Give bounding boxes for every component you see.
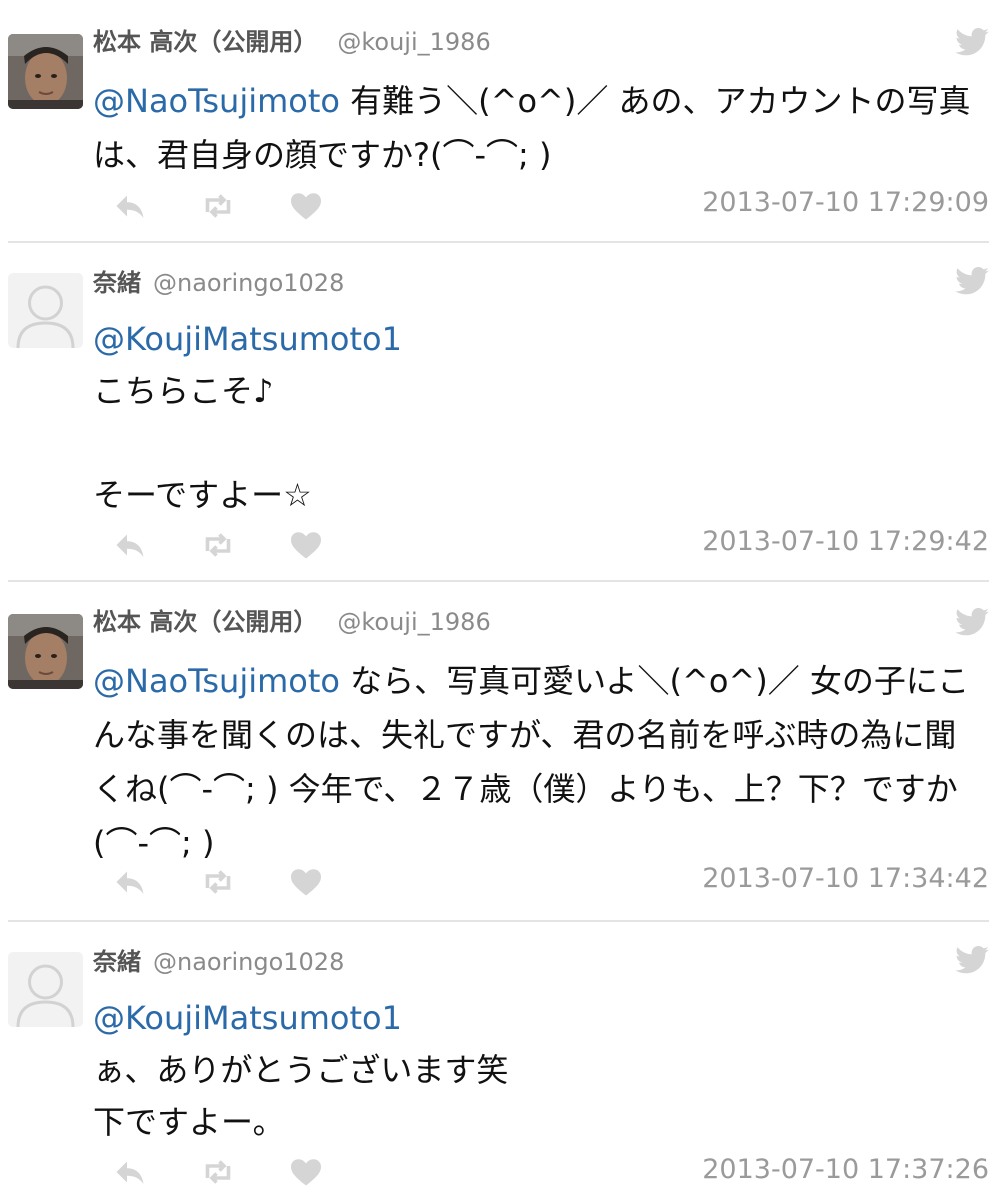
screen-name[interactable]: @kouji_1986 <box>337 608 490 636</box>
avatar[interactable] <box>8 34 83 109</box>
tweet-text: @NaoTsujimoto なら、写真可愛いよ＼(^o^)／ 女の子にこんな事を… <box>93 654 983 870</box>
reply-icon[interactable] <box>112 188 148 224</box>
retweet-icon[interactable] <box>200 864 236 900</box>
heart-icon[interactable] <box>288 864 324 900</box>
tweet-feed: 松本 高次（公開用） @kouji_1986 @NaoTsujimoto 有難う＼… <box>0 0 997 1200</box>
tweet-timestamp[interactable]: 2013-07-10 17:29:09 <box>702 187 989 218</box>
avatar[interactable] <box>8 614 83 689</box>
mention-link[interactable]: @KoujiMatsumoto1 <box>93 320 402 358</box>
retweet-icon[interactable] <box>200 527 236 563</box>
reply-icon[interactable] <box>112 527 148 563</box>
heart-icon[interactable] <box>288 527 324 563</box>
reply-icon[interactable] <box>112 864 148 900</box>
tweet-timestamp[interactable]: 2013-07-10 17:29:42 <box>702 526 989 557</box>
retweet-icon[interactable] <box>200 1154 236 1190</box>
screen-name[interactable]: @naoringo1028 <box>153 948 344 976</box>
tweet-card: 松本 高次（公開用） @kouji_1986 @NaoTsujimoto なら、写… <box>0 582 997 920</box>
tweet-timestamp[interactable]: 2013-07-10 17:37:26 <box>702 1154 989 1185</box>
screen-name[interactable]: @kouji_1986 <box>337 28 490 56</box>
tweet-text: @KoujiMatsumoto1 ぁ、ありがとうございます笑 下ですよー。 <box>93 992 983 1148</box>
tweet-header: 松本 高次（公開用） @kouji_1986 <box>93 26 491 58</box>
tweet-text-content: ぁ、ありがとうございます笑 下ですよー。 <box>93 1051 509 1141</box>
tweet-text: @KoujiMatsumoto1 こちらこそ♪ そーですよー☆ <box>93 313 983 521</box>
tweet-card: 奈緒 @naoringo1028 @KoujiMatsumoto1 こちらこそ♪ … <box>0 243 997 581</box>
twitter-bird-icon <box>955 946 989 974</box>
avatar[interactable] <box>8 952 83 1027</box>
tweet-text-content: こちらこそ♪ そーですよー☆ <box>93 372 312 514</box>
tweet-header: 奈緒 @naoringo1028 <box>93 946 344 978</box>
reply-icon[interactable] <box>112 1154 148 1190</box>
twitter-bird-icon <box>955 267 989 295</box>
tweet-card: 奈緒 @naoringo1028 @KoujiMatsumoto1 ぁ、ありがとう… <box>0 922 997 1200</box>
mention-link[interactable]: @NaoTsujimoto <box>93 662 340 700</box>
twitter-bird-icon <box>955 28 989 56</box>
heart-icon[interactable] <box>288 188 324 224</box>
display-name[interactable]: 奈緒 <box>93 269 141 297</box>
tweet-card: 松本 高次（公開用） @kouji_1986 @NaoTsujimoto 有難う＼… <box>0 0 997 242</box>
avatar[interactable] <box>8 273 83 348</box>
mention-link[interactable]: @NaoTsujimoto <box>93 82 340 120</box>
twitter-bird-icon <box>955 608 989 636</box>
retweet-icon[interactable] <box>200 188 236 224</box>
tweet-header: 松本 高次（公開用） @kouji_1986 <box>93 606 491 638</box>
tweet-text: @NaoTsujimoto 有難う＼(^o^)／ あの、アカウントの写真は、君自… <box>93 74 983 182</box>
mention-link[interactable]: @KoujiMatsumoto1 <box>93 999 402 1037</box>
tweet-timestamp[interactable]: 2013-07-10 17:34:42 <box>702 863 989 894</box>
display-name[interactable]: 松本 高次（公開用） <box>93 608 317 636</box>
screen-name[interactable]: @naoringo1028 <box>153 269 344 297</box>
heart-icon[interactable] <box>288 1154 324 1190</box>
display-name[interactable]: 奈緒 <box>93 948 141 976</box>
display-name[interactable]: 松本 高次（公開用） <box>93 28 317 56</box>
tweet-header: 奈緒 @naoringo1028 <box>93 267 344 299</box>
